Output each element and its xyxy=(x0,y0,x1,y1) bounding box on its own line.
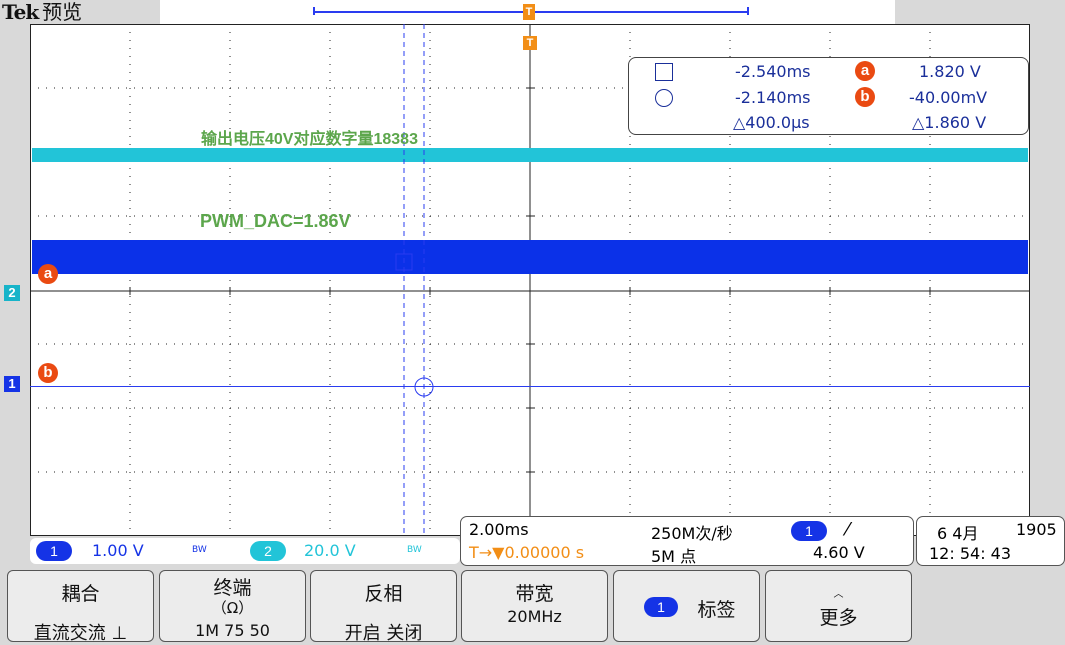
sample-rate: 250M次/秒 xyxy=(651,524,733,543)
cursor-a-square-icon xyxy=(655,63,673,81)
label-button[interactable]: 1 标签 xyxy=(613,570,760,642)
date-label: 6 4月 xyxy=(937,524,979,543)
coupling-button[interactable]: 耦合 直流交流 ⊥ xyxy=(7,570,154,644)
overview-left-tick xyxy=(313,7,315,15)
cursor-a-value: 1.820 V xyxy=(919,62,981,81)
more-chevron-icon: ︿ xyxy=(833,589,844,600)
trigger-source-badge: 1 xyxy=(791,521,827,541)
more-title: 更多 xyxy=(819,607,858,629)
trigger-slope-icon: ⁄ xyxy=(846,519,850,540)
bandwidth-value: 20MHz xyxy=(507,607,562,626)
cursor-readout-panel: -2.540ms a 1.820 V -2.140ms b -40.00mV △… xyxy=(628,57,1029,135)
cursor-a-marker-icon[interactable]: a xyxy=(38,264,58,284)
overview-right-tick xyxy=(747,7,749,15)
channel-status-bar: 1 1.00 V BW 2 20.0 V BW xyxy=(30,538,460,564)
ch1-ground-marker[interactable]: 1 xyxy=(4,376,20,392)
coupling-title: 耦合 xyxy=(61,583,100,605)
invert-options: 开启 关闭 xyxy=(344,623,423,644)
waveform-display[interactable]: 输出电压40V对应数字量18383 PWM_DAC=1.86V T -2.540… xyxy=(30,24,1030,536)
coupling-options: 直流交流 ⊥ xyxy=(33,623,128,644)
year-label: 1905 xyxy=(1016,520,1057,539)
termination-unit: （Ω） xyxy=(211,599,254,617)
annotation-output-voltage: 输出电压40V对应数字量18383 xyxy=(201,131,418,148)
timebase-value: 2.00ms xyxy=(469,520,529,539)
ch2-ground-marker[interactable]: 2 xyxy=(4,285,20,301)
ch1-badge[interactable]: 1 xyxy=(36,541,72,561)
cursor-b-circle-icon xyxy=(655,89,673,107)
more-button[interactable]: ︿ 更多 xyxy=(765,570,912,642)
cursor-b-value: -40.00mV xyxy=(909,88,988,107)
cursor-delta-time: △400.0µs xyxy=(733,113,810,132)
cursor-b-marker-icon[interactable]: b xyxy=(38,363,58,383)
trigger-position-value: T→▼0.00000 s xyxy=(469,543,585,562)
ch2-scale[interactable]: 20.0 V xyxy=(304,541,356,560)
cursor-b-bullet-icon: b xyxy=(855,87,875,107)
label-title: 标签 xyxy=(697,599,736,621)
acquisition-status-box[interactable]: 2.00ms T→▼0.00000 s 250M次/秒 5M 点 1 ⁄ 4.6… xyxy=(460,516,914,566)
invert-title: 反相 xyxy=(364,583,403,605)
brand-label: Tek 预览 xyxy=(2,0,83,24)
termination-button[interactable]: 终端 （Ω） 1M 75 50 xyxy=(159,570,306,642)
termination-options: 1M 75 50 xyxy=(195,621,270,640)
record-length: 5M 点 xyxy=(651,547,697,566)
datetime-box[interactable]: 6 4月 1905 12: 54: 43 xyxy=(916,516,1065,566)
time-label: 12: 54: 43 xyxy=(929,544,1012,563)
overview-trigger-icon: T xyxy=(523,4,535,20)
cursor-b-time: -2.140ms xyxy=(735,88,811,107)
invert-button[interactable]: 反相 开启 关闭 xyxy=(310,570,457,644)
cursor-a-bullet-icon: a xyxy=(855,61,875,81)
ch1-scale[interactable]: 1.00 V xyxy=(92,541,144,560)
label-ch-badge: 1 xyxy=(644,597,678,617)
bandwidth-title: 带宽 xyxy=(515,583,554,605)
trigger-position-icon[interactable]: T xyxy=(523,36,537,50)
termination-title: 终端 xyxy=(213,577,252,599)
softkey-menu: 耦合 直流交流 ⊥ 终端 （Ω） 1M 75 50 反相 开启 关闭 带宽 20… xyxy=(0,568,1065,644)
trigger-level: 4.60 V xyxy=(813,543,865,562)
cursor-a-time: -2.540ms xyxy=(735,62,811,81)
bandwidth-button[interactable]: 带宽 20MHz xyxy=(461,570,608,642)
ch2-badge[interactable]: 2 xyxy=(250,541,286,561)
ch1-bw-limit: BW xyxy=(192,545,207,555)
annotation-pwm-dac: PWM_DAC=1.86V xyxy=(200,211,351,231)
top-bar: Tek 预览 T xyxy=(0,0,1065,24)
ch2-bw-limit: BW xyxy=(407,545,422,555)
cursor-delta-value: △1.860 V xyxy=(912,113,987,132)
record-overview[interactable]: T xyxy=(160,0,895,24)
